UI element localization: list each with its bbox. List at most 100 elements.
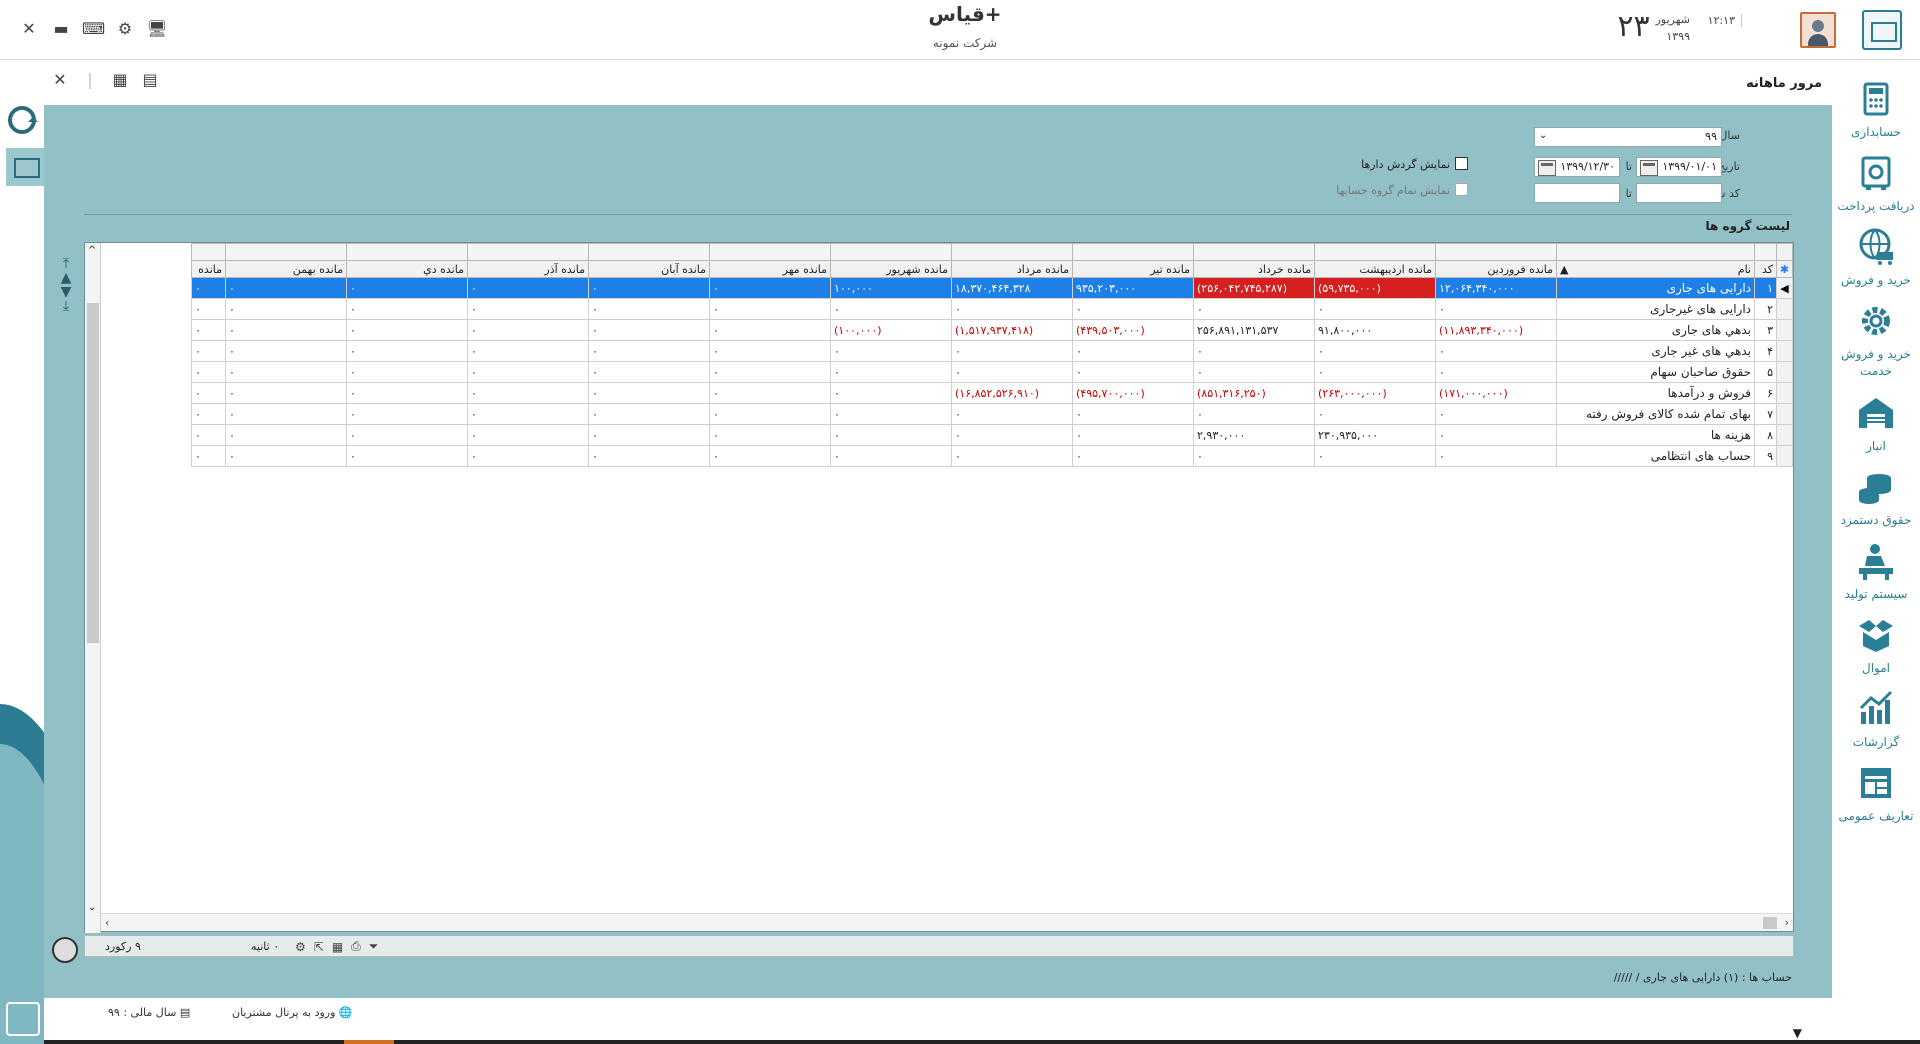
table-row[interactable]: ۸ هزینه ها ۰ ۲۳۰,۹۳۵,۰۰۰ ۲,۹۳۰,۰۰۰ ۰ ۰ ۰ ۰ ۰ ۰ ۰ ۰ ۰ (191, 424, 1793, 446)
cell-balance[interactable]: ۰ (588, 277, 710, 299)
cell-name[interactable]: دارایی های جاری (1556, 277, 1755, 299)
chevron-down-icon[interactable]: ▼ (1793, 1026, 1802, 1040)
doc-code-from-input[interactable] (1636, 183, 1722, 203)
cell-balance[interactable]: ۰ (588, 298, 710, 320)
cell-name[interactable]: هزینه ها (1556, 424, 1755, 446)
column-header[interactable]: مانده خرداد (1193, 260, 1315, 278)
cell-balance[interactable]: ۰ (588, 340, 710, 362)
cell-balance[interactable]: ۰ (1193, 403, 1315, 425)
date-to-field[interactable]: ۱۳۹۹/۱۲/۳۰ (1534, 157, 1620, 177)
cell-balance[interactable]: ۰ (467, 403, 589, 425)
brand-logo-icon[interactable] (6, 1002, 40, 1036)
row-marker[interactable] (1776, 319, 1793, 341)
fiscal-year-select[interactable]: ۹۹ ⌄ (1534, 127, 1722, 147)
cell-balance[interactable]: ۰ (1193, 298, 1315, 320)
cell-balance[interactable]: ۰ (1072, 298, 1194, 320)
cell-balance[interactable]: (۲۵۶,۰۴۲,۷۴۵,۲۸۷) (1193, 277, 1315, 299)
cell-balance[interactable]: (۱۱,۸۹۳,۳۴۰,۰۰۰) (1435, 319, 1557, 341)
cell-balance[interactable]: ۰ (191, 361, 226, 383)
horizontal-scroll-thumb[interactable] (1763, 917, 1777, 929)
row-marker[interactable] (1776, 403, 1793, 425)
vertical-scrollbar[interactable]: ^ ⌄ (85, 243, 101, 933)
table-row[interactable]: ۳ بدهي های جاری (۱۱,۸۹۳,۳۴۰,۰۰۰) ۹۱,۸۰۰,۰۰۰… (191, 319, 1793, 341)
cell-code[interactable]: ۸ (1754, 424, 1777, 446)
cell-balance[interactable]: (۱۷۱,۰۰۰,۰۰۰) (1435, 382, 1557, 404)
cell-name[interactable]: بهای تمام شده کالای فروش رفته (1556, 403, 1755, 425)
cell-balance[interactable]: ۰ (467, 424, 589, 446)
show-flow-checkbox[interactable] (1455, 157, 1468, 170)
cell-balance[interactable]: ۰ (346, 298, 468, 320)
cell-balance[interactable]: (۱,۵۱۷,۹۳۷,۴۱۸) (951, 319, 1073, 341)
cell-balance[interactable]: ۰ (1072, 340, 1194, 362)
date-from-field[interactable]: ۱۳۹۹/۰۱/۰۱ (1636, 157, 1722, 177)
minimize-icon[interactable]: ▬ (50, 18, 72, 40)
calendar-icon[interactable] (1538, 160, 1556, 176)
cell-balance[interactable]: ۰ (951, 424, 1073, 446)
cell-code[interactable]: ۱ (1754, 277, 1777, 299)
cell-balance[interactable]: ۰ (709, 403, 831, 425)
preview-icon[interactable] (6, 148, 44, 186)
column-header[interactable]: مانده شهریور (830, 260, 952, 278)
cell-balance[interactable]: ۰ (709, 340, 831, 362)
cell-balance[interactable]: ۱۲,۰۶۴,۳۴۰,۰۰۰ (1435, 277, 1557, 299)
calendar-icon[interactable]: ▤ (140, 70, 160, 90)
export-icon[interactable]: ⇱ (314, 940, 324, 954)
cell-balance[interactable]: ۰ (467, 298, 589, 320)
new-row-icon[interactable]: ✱ (1776, 260, 1793, 278)
cell-balance[interactable]: ۰ (951, 298, 1073, 320)
cell-balance[interactable]: (۸۵۱,۳۱۶,۲۵۰) (1193, 382, 1315, 404)
cell-balance[interactable]: ۰ (346, 403, 468, 425)
cell-name[interactable]: دارایی های غیرجاری (1556, 298, 1755, 320)
cell-balance[interactable]: ۰ (1193, 445, 1315, 467)
filter-icon[interactable]: ⏷ (369, 939, 379, 954)
cell-balance[interactable]: (۵۹,۷۳۵,۰۰۰) (1314, 277, 1436, 299)
cell-balance[interactable]: ۰ (588, 424, 710, 446)
cell-code[interactable]: ۴ (1754, 340, 1777, 362)
cell-balance[interactable]: ۰ (830, 361, 952, 383)
scroll-left-icon[interactable]: ‹ (105, 916, 109, 929)
table-row[interactable]: ۲ دارایی های غیرجاری ۰ ۰ ۰ ۰ ۰ ۰ ۰ ۰ ۰ ۰ ۰ ۰ (191, 298, 1793, 320)
cell-balance[interactable]: ۹۳۵,۲۰۳,۰۰۰ (1072, 277, 1194, 299)
nav-production[interactable]: سیستم تولید (1832, 540, 1920, 603)
cell-balance[interactable]: ۰ (951, 445, 1073, 467)
cell-code[interactable]: ۶ (1754, 382, 1777, 404)
row-marker[interactable] (1776, 298, 1793, 320)
settings-icon[interactable]: ⚙ (114, 18, 136, 40)
show-all-groups-checkbox[interactable] (1455, 183, 1468, 196)
column-header[interactable]: نام ▲ (1556, 260, 1755, 278)
cell-balance[interactable]: ۰ (467, 277, 589, 299)
move-up-icon[interactable]: ▲ (54, 271, 78, 285)
cell-balance[interactable]: ۰ (588, 382, 710, 404)
column-header[interactable]: مانده آذر (467, 260, 589, 278)
cell-balance[interactable]: ۰ (951, 361, 1073, 383)
fiscal-year-status[interactable]: ▤ سال مالی : ۹۹ (108, 1006, 190, 1019)
cell-balance[interactable]: ۰ (709, 298, 831, 320)
cell-balance[interactable]: ۰ (225, 319, 347, 341)
cell-balance[interactable]: ۱۸,۳۷۰,۴۶۴,۳۲۸ (951, 277, 1073, 299)
cell-balance[interactable]: ۰ (1435, 340, 1557, 362)
cell-balance[interactable]: ۰ (225, 298, 347, 320)
cell-balance[interactable]: ۰ (709, 382, 831, 404)
scroll-right-icon[interactable]: › (1785, 916, 1789, 929)
cell-balance[interactable]: ۰ (467, 445, 589, 467)
column-header[interactable]: مانده دي (346, 260, 468, 278)
cell-balance[interactable]: ۲۵۶,۸۹۱,۱۳۱,۵۳۷ (1193, 319, 1315, 341)
cell-balance[interactable]: ۰ (1193, 361, 1315, 383)
move-top-icon[interactable]: ⤒ (54, 257, 78, 271)
cell-balance[interactable]: ۰ (830, 382, 952, 404)
cell-balance[interactable]: ۰ (1435, 424, 1557, 446)
scroll-up-icon[interactable]: ^ (88, 245, 96, 256)
table-row[interactable]: ۵ حقوق صاحبان سهام ۰ ۰ ۰ ۰ ۰ ۰ ۰ ۰ ۰ ۰ ۰ ۰ (191, 361, 1793, 383)
cell-balance[interactable]: ۰ (709, 424, 831, 446)
cell-balance[interactable]: ۰ (225, 340, 347, 362)
cell-balance[interactable]: ۰ (467, 382, 589, 404)
cell-name[interactable]: بدهي های جاری (1556, 319, 1755, 341)
cell-balance[interactable]: ۰ (1072, 424, 1194, 446)
cell-balance[interactable]: ۰ (467, 340, 589, 362)
nav-service-sales[interactable]: خرید و فروش خدمت (1832, 300, 1920, 380)
cell-balance[interactable]: ۰ (346, 361, 468, 383)
horizontal-scrollbar[interactable]: › ‹ (101, 913, 1793, 931)
cell-balance[interactable]: ۰ (467, 319, 589, 341)
nav-warehouse[interactable]: انبار (1832, 392, 1920, 455)
cell-balance[interactable]: ۰ (346, 382, 468, 404)
